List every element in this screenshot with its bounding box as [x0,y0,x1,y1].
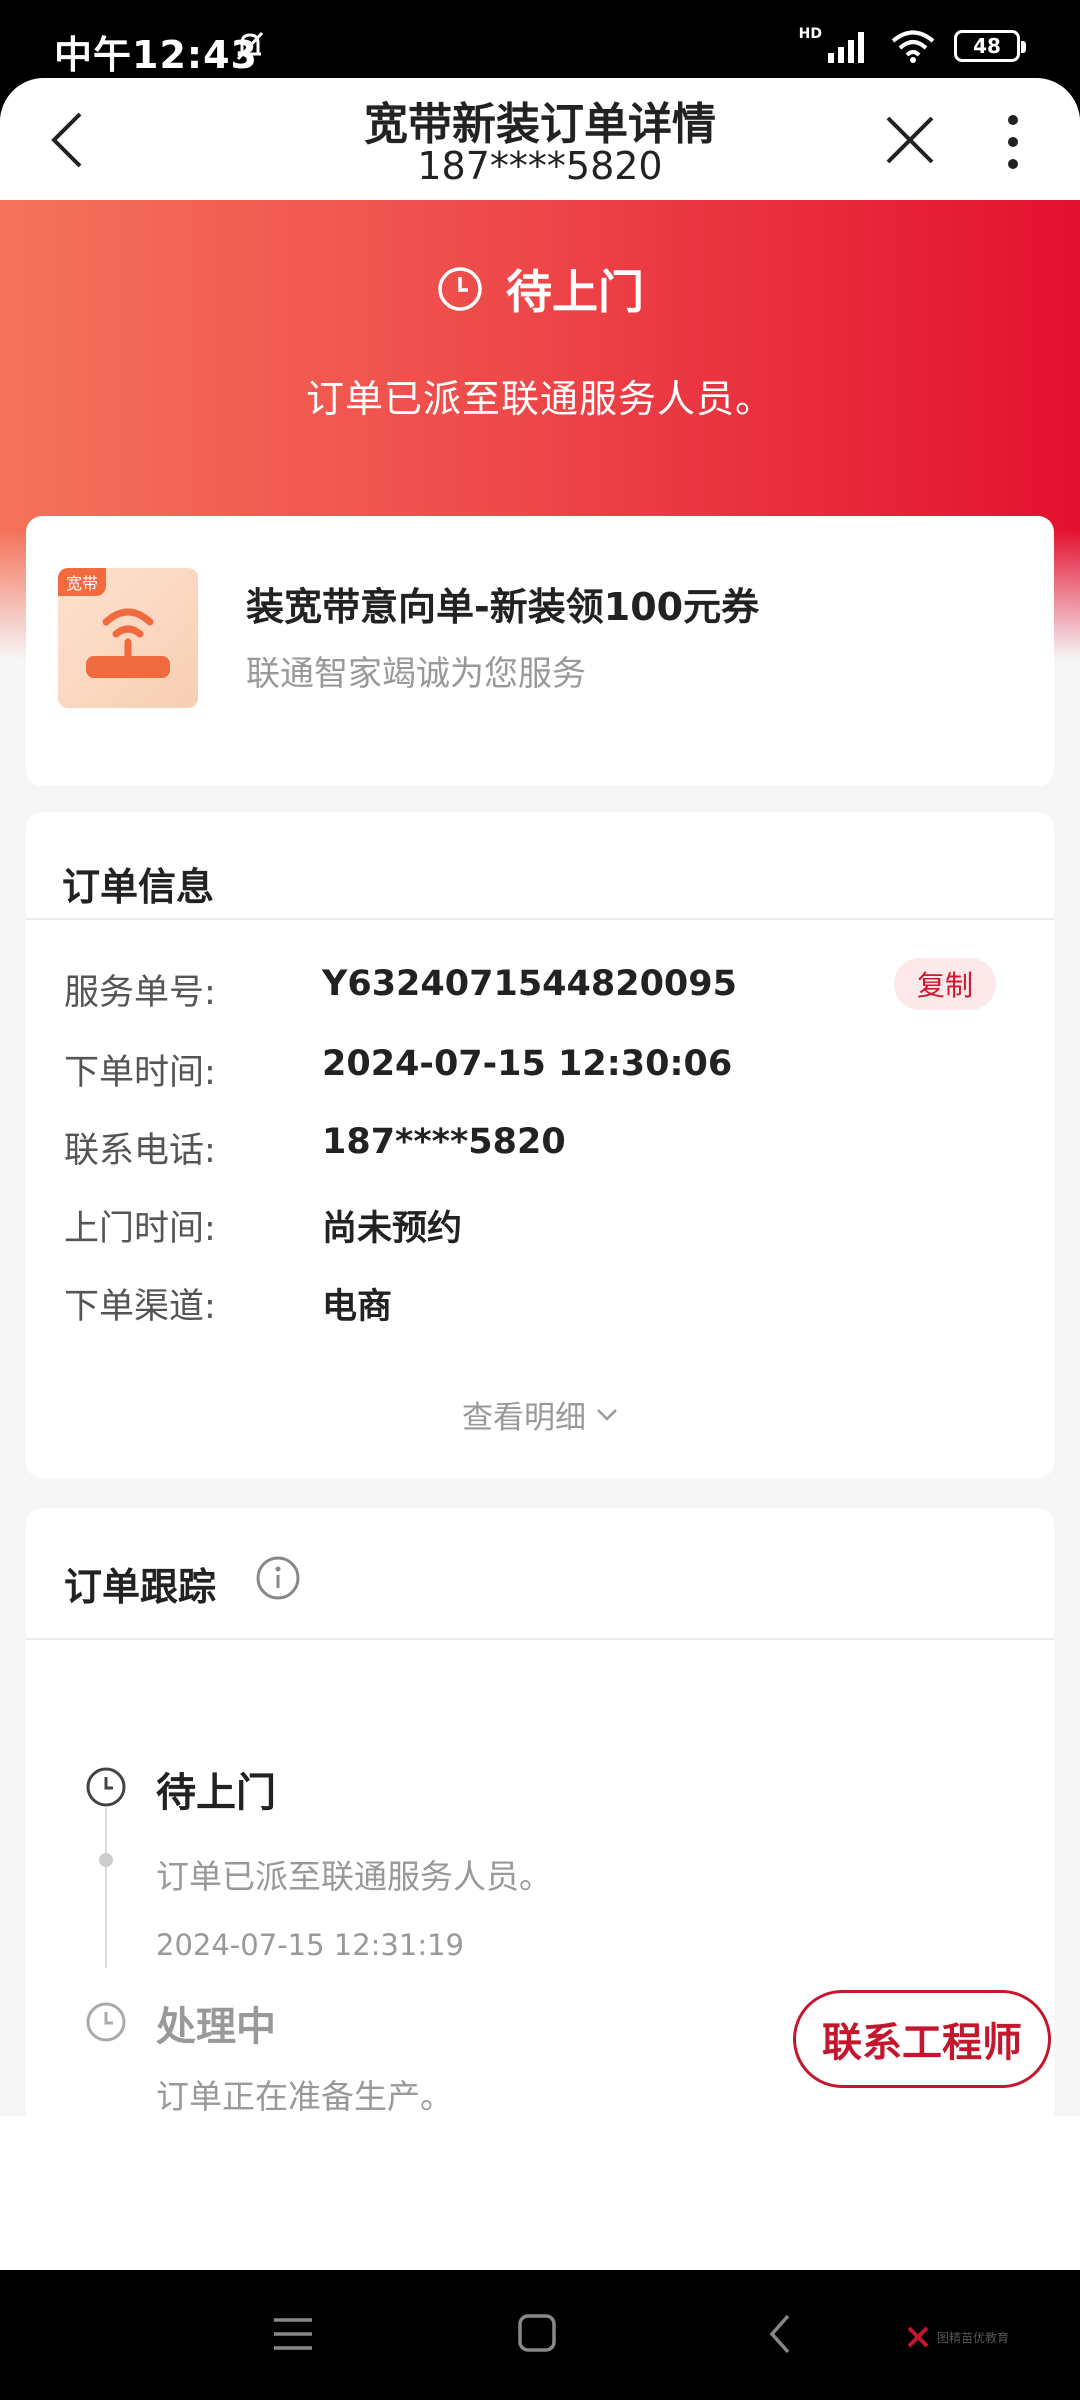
info-label: 下单时间: [64,1053,216,1093]
signal-icon [828,32,864,63]
info-icon[interactable] [254,1554,302,1602]
status-bar: 中午12:43 HD 48 [0,0,1080,80]
chevron-down-icon [597,1408,617,1421]
service-number: Y6324071544820095 [322,964,737,1004]
visit-time: 尚未预约 [322,1209,463,1249]
contact-engineer-button[interactable]: 联系工程师 [793,1990,1051,2088]
home-icon[interactable] [512,2312,562,2356]
timeline-clock-icon [85,2001,127,2043]
product-thumbnail: 宽带 [58,568,198,708]
timeline-event-desc: 订单正在准备生产。 [156,2077,453,2116]
timeline-clock-icon [85,1766,127,1808]
product-tag: 宽带 [58,568,107,596]
clock-icon [438,267,482,311]
product-title: 装宽带意向单-新装领100元券 [246,585,760,629]
system-nav-bar: 图精苗优教育 [0,2270,1080,2400]
product-subtitle: 联通智家竭诚为您服务 [246,654,586,694]
bottom-action-area [0,2116,1080,2270]
order-time: 2024-07-15 12:30:06 [322,1044,733,1084]
timeline-dot [99,1853,113,1867]
view-details-label: 查看明细 [462,1400,586,1436]
menu-icon[interactable] [268,2312,318,2356]
info-row-channel: 下单渠道: 电商 [64,1278,1016,1328]
order-status-desc: 订单已派至联通服务人员。 [305,377,774,421]
order-info-heading: 订单信息 [62,865,215,909]
info-label: 下单渠道: [64,1287,216,1327]
app-screen: 宽带新装订单详情 187****5820 待上门 订单已派至联通服务人员。 宽带 [0,78,1080,2270]
timeline-event-title: 处理中 [156,2004,276,2050]
info-label: 上门时间: [64,1209,216,1249]
timeline-event-title: 待上门 [156,1770,276,1816]
battery-level: 48 [973,34,1001,58]
order-status: 待上门 [0,256,1080,322]
order-channel: 电商 [322,1287,393,1327]
top-nav: 宽带新装订单详情 187****5820 [0,78,1080,200]
info-label: 服务单号: [64,973,216,1013]
divider [26,1638,1054,1640]
wifi-icon [891,30,935,63]
timeline-event-desc: 订单已派至联通服务人员。 [156,1857,552,1896]
bell-muted-icon [236,31,264,61]
timeline-line [105,1788,107,1968]
watermark: 图精苗优教育 [905,2324,1009,2350]
info-row-order-time: 下单时间: 2024-07-15 12:30:06 [64,1044,1016,1094]
more-icon[interactable] [1000,112,1026,172]
product-card[interactable]: 宽带 装宽带意向单-新装领100元券 联通智家竭诚为您服务 [26,516,1054,786]
timeline-event-time: 2024-07-15 12:31:19 [156,1928,464,1962]
close-icon[interactable] [884,114,936,166]
order-info-card: 订单信息 服务单号: Y6324071544820095 复制 下单时间: 20… [26,812,1054,1478]
battery-icon: 48 [954,30,1026,62]
watermark-text: 图精苗优教育 [937,2330,1010,2345]
view-details-toggle[interactable]: 查看明细 [26,1392,1054,1437]
divider [26,918,1054,920]
watermark-logo-icon [907,2326,929,2348]
info-row-phone: 联系电话: 187****5820 [64,1122,1016,1172]
info-row-service-no: 服务单号: Y6324071544820095 复制 [64,958,1016,1014]
tracking-heading: 订单跟踪 [64,1565,217,1609]
info-label: 联系电话: [64,1131,216,1171]
order-status-title: 待上门 [506,265,644,319]
back-icon[interactable] [756,2312,806,2356]
status-time: 中午12:43 [54,33,258,77]
info-row-visit-time: 上门时间: 尚未预约 [64,1200,1016,1250]
network-type-label: HD [798,26,822,42]
contact-phone: 187****5820 [322,1122,566,1162]
copy-button[interactable]: 复制 [894,958,996,1010]
